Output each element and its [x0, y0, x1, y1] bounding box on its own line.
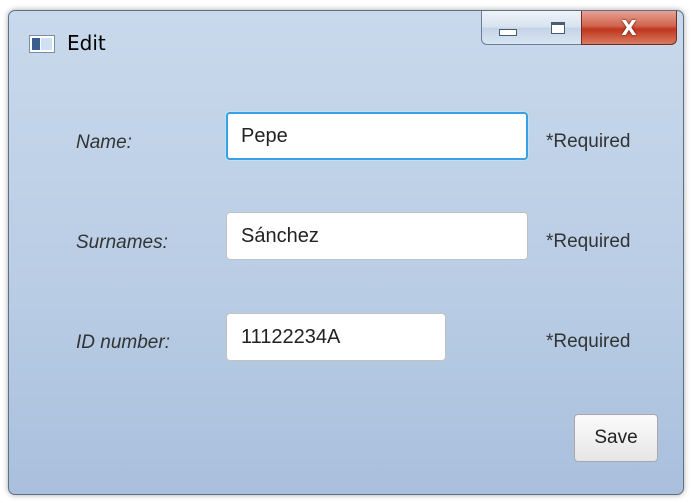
surnames-input[interactable]	[226, 212, 528, 260]
save-button[interactable]: Save	[574, 414, 658, 462]
maximize-icon	[550, 21, 565, 34]
close-icon: X	[621, 15, 637, 40]
close-button[interactable]: X	[581, 11, 677, 45]
surnames-label: Surnames:	[76, 232, 168, 253]
maximize-button[interactable]	[534, 11, 582, 45]
title-bar[interactable]: Edit X	[9, 11, 683, 69]
id-number-input[interactable]	[226, 313, 446, 361]
name-input[interactable]	[226, 112, 528, 160]
name-label: Name:	[76, 132, 132, 153]
minimize-button[interactable]	[481, 11, 535, 45]
id-number-label: ID number:	[76, 332, 170, 353]
app-icon	[29, 35, 55, 53]
id-number-required-note: *Required	[546, 331, 631, 352]
window-title: Edit	[67, 31, 106, 55]
minimize-icon	[499, 29, 517, 36]
surnames-required-note: *Required	[546, 231, 631, 252]
name-required-note: *Required	[546, 131, 631, 152]
